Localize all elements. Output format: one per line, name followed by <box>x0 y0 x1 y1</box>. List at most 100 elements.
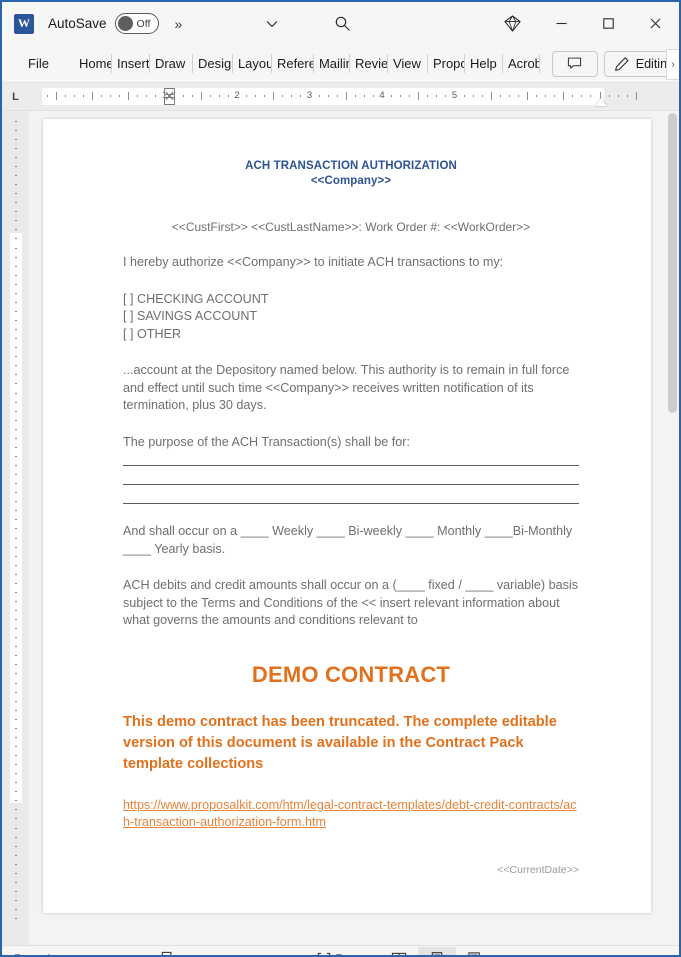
vertical-scrollbar-thumb[interactable] <box>668 113 677 413</box>
paragraph-authorize: I hereby authorize <<Company>> to initia… <box>123 255 504 269</box>
copilot-diamond-icon[interactable] <box>486 2 538 45</box>
vertical-ruler-tick <box>15 220 17 222</box>
tab-acrobat[interactable]: Acrobat <box>503 52 540 76</box>
window-controls <box>486 2 679 45</box>
document-title-line2: <<Company>> <box>310 175 392 187</box>
account-option-checking[interactable]: [ ] CHECKING ACCOUNT <box>123 291 579 309</box>
vertical-ruler-tick <box>15 818 17 820</box>
vertical-ruler-tick <box>15 564 17 566</box>
ribbon-expand-caret-icon[interactable]: › <box>666 49 679 80</box>
demo-contract-link[interactable]: https://www.proposalkit.com/htm/legal-co… <box>123 797 579 832</box>
tab-review[interactable]: Review <box>350 52 388 76</box>
autosave-toggle[interactable]: Off <box>114 13 159 34</box>
horizontal-ruler[interactable]: L 12345 ✕ <box>2 83 679 111</box>
close-button[interactable] <box>632 2 679 45</box>
ruler-tick <box>626 95 628 97</box>
ruler-tick <box>255 95 257 97</box>
tab-view[interactable]: View <box>388 52 428 76</box>
ruler-tick <box>517 95 519 97</box>
account-option-other[interactable]: [ ] OTHER <box>123 326 579 344</box>
tab-design[interactable]: Design <box>193 52 233 76</box>
tab-stop-selector[interactable]: L <box>2 83 29 110</box>
account-options-list: [ ] CHECKING ACCOUNT [ ] SAVINGS ACCOUNT… <box>123 291 579 344</box>
ruler-tick <box>101 95 103 97</box>
vertical-ruler-tick <box>15 809 17 811</box>
ruler-tick <box>73 95 75 97</box>
tab-file[interactable]: File <box>20 52 59 76</box>
ruler-tick <box>327 95 329 97</box>
focus-mode-button[interactable]: Focus <box>317 946 368 955</box>
quick-access-more-icon[interactable]: » <box>175 16 183 32</box>
vertical-ruler-tick <box>15 338 17 340</box>
blank-fill-lines <box>123 465 579 504</box>
print-layout-icon[interactable] <box>418 947 456 955</box>
demo-contract-heading: DEMO CONTRACT <box>251 661 451 687</box>
vertical-ruler-tick <box>15 211 17 213</box>
page-content: ACH TRANSACTION AUTHORIZATION <<Company>… <box>123 159 579 876</box>
minimize-button[interactable] <box>538 2 585 45</box>
ruler-tick <box>372 95 374 97</box>
tab-proposal-kit[interactable]: Proposal Kit <box>428 52 465 76</box>
vertical-ruler-tick <box>15 347 17 349</box>
vertical-ruler-tick <box>15 863 17 865</box>
vertical-ruler-tick <box>15 691 17 693</box>
tab-help[interactable]: Help <box>465 52 503 76</box>
word-app-icon[interactable]: W <box>14 13 34 34</box>
vertical-ruler-tick <box>15 646 17 648</box>
autosave-toggle-knob <box>117 16 133 31</box>
vertical-ruler-tick <box>15 455 17 457</box>
vertical-ruler-tick <box>15 274 17 276</box>
tab-mailings[interactable]: Mailings <box>314 52 350 76</box>
comments-button[interactable] <box>551 50 598 77</box>
vertical-ruler-tick <box>15 256 17 258</box>
horizontal-ruler-track: 12345 ✕ <box>42 88 642 106</box>
ruler-tick <box>273 92 275 100</box>
tab-layout[interactable]: Layout <box>233 52 272 76</box>
ribbon-right-group: Editing › <box>551 45 679 82</box>
ruler-tick <box>445 95 447 97</box>
vertical-ruler-tick <box>15 736 17 738</box>
ruler-tick <box>363 95 365 97</box>
vertical-ruler-ticks <box>2 111 29 945</box>
proofing-errors-icon[interactable] <box>160 946 177 955</box>
ruler-tick <box>318 95 320 97</box>
ruler-tick <box>418 92 420 100</box>
ruler-tick <box>264 95 266 97</box>
blank-line-2 <box>123 484 579 485</box>
vertical-ruler-tick <box>15 329 17 331</box>
vertical-ruler-tick <box>15 247 17 249</box>
tab-references[interactable]: References <box>272 52 314 76</box>
vertical-ruler-tick <box>15 582 17 584</box>
web-layout-icon[interactable] <box>456 947 494 955</box>
vertical-ruler-tick <box>15 283 17 285</box>
tab-insert[interactable]: Insert <box>112 52 150 76</box>
search-icon[interactable] <box>327 11 357 37</box>
ruler-tick <box>300 95 302 97</box>
vertical-ruler-tick <box>15 410 17 412</box>
ruler-tick <box>590 95 592 97</box>
ruler-tick <box>200 92 202 100</box>
ruler-number: 2 <box>234 90 240 101</box>
vertical-ruler-tick <box>15 628 17 630</box>
ruler-tick <box>617 95 619 97</box>
status-page-number[interactable]: Page 1 <box>14 952 52 955</box>
ruler-tick <box>427 95 429 97</box>
vertical-ruler-tick <box>15 655 17 657</box>
vertical-ruler[interactable] <box>2 111 29 945</box>
ruler-tick <box>508 95 510 97</box>
chevron-down-icon[interactable] <box>257 11 287 37</box>
tab-home[interactable]: Home <box>74 52 112 76</box>
tab-draw[interactable]: Draw <box>150 52 193 76</box>
account-option-savings[interactable]: [ ] SAVINGS ACCOUNT <box>123 308 579 326</box>
right-indent-marker[interactable] <box>595 98 607 106</box>
view-mode-buttons <box>380 946 494 955</box>
vertical-ruler-tick <box>15 573 17 575</box>
document-page[interactable]: ACH TRANSACTION AUTHORIZATION <<Company>… <box>43 119 651 913</box>
vertical-ruler-tick <box>15 501 17 503</box>
ruler-tick <box>191 95 193 97</box>
read-mode-icon[interactable] <box>380 947 418 955</box>
vertical-ruler-tick <box>15 791 17 793</box>
vertical-scrollbar[interactable] <box>666 111 679 945</box>
maximize-button[interactable] <box>585 2 632 45</box>
ruler-tick <box>64 95 66 97</box>
